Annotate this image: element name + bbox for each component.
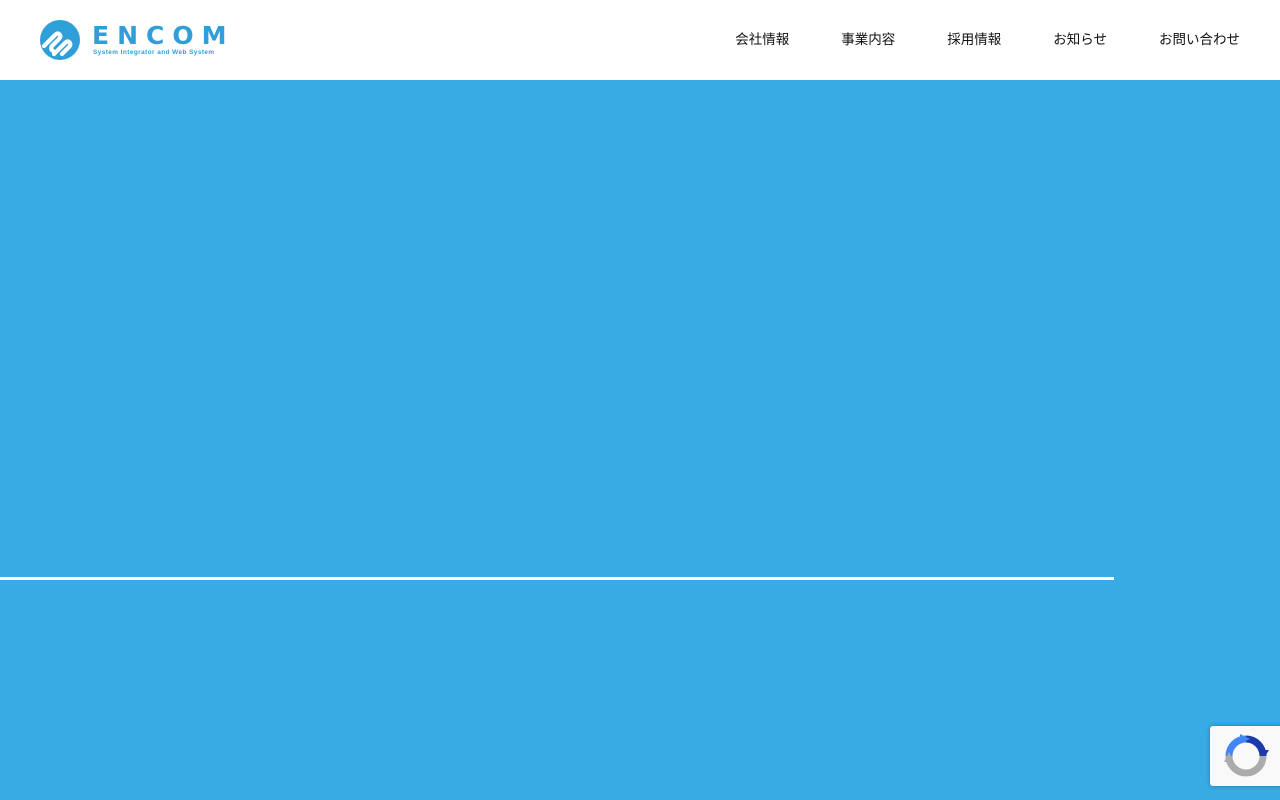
nav-item-company[interactable]: 会社情報 <box>735 30 789 50</box>
logo-name: ENCOM <box>92 21 235 50</box>
logo-text: ENCOM System Integrator and Web System <box>92 20 234 60</box>
hero-divider-line <box>0 577 1114 580</box>
encom-logo-icon <box>40 20 80 60</box>
logo-tagline: System Integrator and Web System <box>93 49 215 56</box>
recaptcha-icon <box>1224 734 1269 777</box>
nav-item-business[interactable]: 事業内容 <box>841 30 895 50</box>
nav-item-news[interactable]: お知らせ <box>1053 30 1107 50</box>
site-header: ENCOM System Integrator and Web System 会… <box>0 0 1280 80</box>
nav-item-recruit[interactable]: 採用情報 <box>947 30 1001 50</box>
logo-link[interactable]: ENCOM System Integrator and Web System <box>40 20 234 60</box>
nav-item-contact[interactable]: お問い合わせ <box>1159 30 1240 50</box>
hero-section <box>0 80 1280 800</box>
main-nav: 会社情報 事業内容 採用情報 お知らせ お問い合わせ <box>735 0 1240 80</box>
recaptcha-badge[interactable] <box>1210 726 1280 786</box>
